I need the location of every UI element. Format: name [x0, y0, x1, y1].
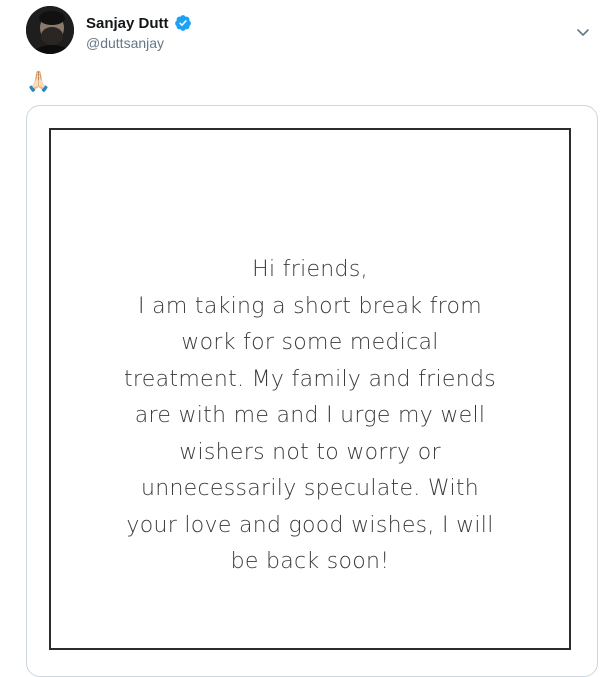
note-line: wishers not to worry or: [179, 439, 441, 465]
note-line: unnecessarily speculate. With: [140, 476, 480, 501]
note-line: I am taking a short break from: [138, 293, 482, 319]
author-name-row: Sanjay Dutt: [86, 14, 192, 32]
note-line: Hi friends,: [252, 257, 368, 282]
avatar-image: [26, 6, 74, 54]
note-line: your love and good wishes, I will: [126, 512, 494, 538]
avatar[interactable]: [26, 6, 74, 54]
tweet-media-image[interactable]: Hi friends, I am taking a short break fr…: [26, 105, 598, 677]
tweet-header: Sanjay Dutt @duttsanjay: [26, 6, 601, 56]
verified-badge-icon: [174, 14, 192, 32]
note-frame: Hi friends, I am taking a short break fr…: [49, 128, 571, 650]
author-handle[interactable]: @duttsanjay: [86, 35, 164, 51]
chevron-down-icon[interactable]: [575, 24, 591, 40]
note-line: be back soon!: [230, 549, 390, 574]
note-line: work for some medical: [181, 330, 439, 355]
note-line: treatment. My family and friends: [123, 366, 497, 392]
tweet-text: 🙏🏻: [26, 71, 51, 93]
note-text: Hi friends, I am taking a short break fr…: [51, 252, 569, 581]
note-line: are with me and I urge my well: [134, 403, 486, 428]
display-name[interactable]: Sanjay Dutt: [86, 15, 169, 32]
